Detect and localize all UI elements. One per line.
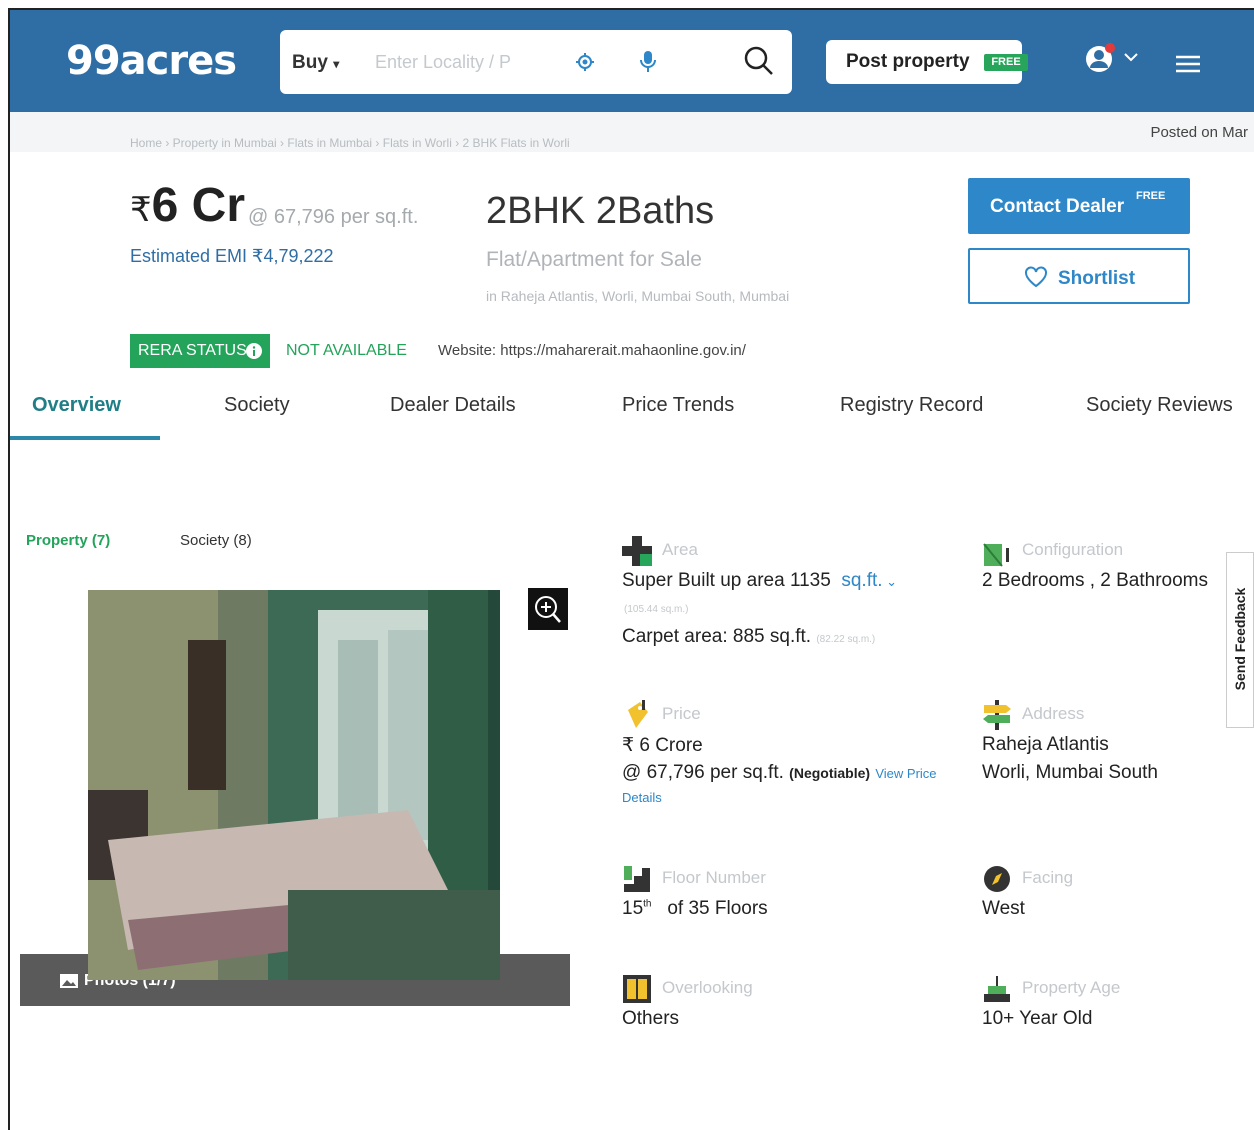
- user-account-icon[interactable]: [1084, 42, 1118, 76]
- buy-label: Buy: [292, 52, 328, 73]
- area-icon: [622, 536, 652, 566]
- breadcrumb[interactable]: Home › Property in Mumbai › Flats in Mum…: [130, 136, 570, 150]
- configuration-icon: [983, 543, 1009, 567]
- site-logo[interactable]: 99acres: [66, 38, 237, 84]
- area-sqm: (105.44 sq.m.): [624, 604, 689, 615]
- zoom-button[interactable]: [528, 588, 568, 630]
- image-icon: [60, 974, 78, 988]
- property-age-label: Property Age: [1022, 978, 1121, 997]
- price-label: Price: [662, 704, 701, 723]
- configuration-label: Configuration: [1022, 540, 1124, 559]
- post-property-button[interactable]: Post property FREE: [826, 40, 1028, 84]
- carpet-area: Carpet area: 885 sq.ft. (82.22 sq.m.): [622, 626, 875, 648]
- carpet-area-sqm: (82.22 sq.m.): [816, 634, 876, 645]
- price-value: 6 Cr: [151, 179, 246, 232]
- address-label: Address: [1022, 704, 1085, 723]
- rera-status-badge[interactable]: RERA STATUS: [130, 334, 270, 368]
- contact-dealer-label: Contact Dealer: [990, 196, 1125, 217]
- area-label: Area: [662, 540, 698, 559]
- microphone-icon[interactable]: [640, 51, 656, 73]
- bedroom-photo-illustration: [88, 590, 500, 980]
- floor-suffix: th: [643, 898, 652, 910]
- rera-website[interactable]: Website: https://maharerait.mahaonline.g…: [438, 342, 746, 359]
- property-age-icon: [984, 976, 1010, 1002]
- rera-label: RERA STATUS: [138, 342, 247, 359]
- zoom-in-icon: [535, 596, 561, 623]
- top-navbar: 99acres Buy ▾ Enter Locality / P Post pr…: [10, 10, 1254, 112]
- posted-date: Posted on Mar: [1150, 124, 1248, 141]
- rera-status-value: NOT AVAILABLE: [286, 342, 407, 359]
- price-tag-icon: [628, 700, 648, 728]
- tab-price-trends[interactable]: Price Trends: [622, 394, 734, 417]
- heart-icon: [1025, 266, 1047, 288]
- super-built-up-area: Super Built up area 1135: [622, 570, 831, 591]
- info-icon[interactable]: [246, 343, 262, 359]
- contact-dealer-button[interactable]: Contact Dealer FREE: [968, 178, 1190, 234]
- tab-registry-record[interactable]: Registry Record: [840, 394, 983, 417]
- view-price-details-link[interactable]: View Price: [875, 766, 936, 781]
- active-tab-indicator: [10, 436, 160, 440]
- free-badge: FREE: [1136, 190, 1166, 202]
- shortlist-button[interactable]: Shortlist: [968, 248, 1190, 304]
- carpet-area-value: Carpet area: 885 sq.ft.: [622, 626, 812, 647]
- tab-dealer-details[interactable]: Dealer Details: [390, 394, 516, 417]
- overlooking-label: Overlooking: [662, 978, 753, 997]
- unit-selector[interactable]: sq.ft.: [841, 570, 882, 591]
- free-badge: FREE: [984, 54, 1028, 71]
- negotiable-tag: (Negotiable): [789, 765, 871, 781]
- property-age-value: 10+ Year Old: [982, 1008, 1093, 1029]
- chevron-down-icon: ▾: [333, 57, 340, 71]
- listing-location: in Raheja Atlantis, Worli, Mumbai South,…: [486, 288, 790, 304]
- configuration-value: 2 Bedrooms , 2 Bathrooms: [982, 570, 1208, 591]
- price-per-sqft: @ 67,796 per sq.ft.: [248, 206, 419, 228]
- gallery-tab-society[interactable]: Society (8): [180, 532, 252, 549]
- price-details-link[interactable]: Details: [622, 790, 662, 805]
- section-tabs: Overview Society Dealer Details Price Tr…: [10, 384, 1254, 440]
- send-feedback-label: Send Feedback: [1232, 587, 1248, 691]
- floor-label: Floor Number: [662, 868, 766, 887]
- area-value: Super Built up area 1135 sq.ft. ⌄: [622, 570, 897, 592]
- facing-label: Facing: [1022, 868, 1074, 887]
- address-signpost-icon: [983, 700, 1011, 730]
- facing-value: West: [982, 898, 1025, 919]
- price-value: ₹ 6 Crore: [622, 735, 703, 756]
- hamburger-menu-icon[interactable]: [1174, 54, 1202, 74]
- search-icon[interactable]: [742, 44, 776, 78]
- floor-number-icon: [624, 866, 650, 892]
- estimated-emi-link[interactable]: Estimated EMI ₹4,79,222: [130, 246, 334, 267]
- tab-society-reviews[interactable]: Society Reviews: [1086, 394, 1233, 417]
- listing-type: Flat/Apartment for Sale: [486, 248, 702, 271]
- locality-search-input[interactable]: Enter Locality / P: [375, 52, 511, 73]
- post-property-label: Post property: [846, 51, 970, 72]
- shortlist-label: Shortlist: [1058, 268, 1136, 289]
- address-line2: Worli, Mumbai South: [982, 762, 1158, 783]
- tab-overview[interactable]: Overview: [32, 394, 121, 417]
- tab-society[interactable]: Society: [224, 394, 290, 417]
- send-feedback-tab[interactable]: Send Feedback: [1226, 552, 1254, 728]
- listing-title: 2BHK 2Baths: [486, 190, 715, 232]
- floor-number: 15: [622, 898, 644, 919]
- floor-value: 15th of 35 Floors: [622, 898, 768, 920]
- compass-icon: [984, 866, 1010, 892]
- chevron-down-icon[interactable]: ⌄: [883, 574, 897, 589]
- buy-dropdown[interactable]: Buy ▾: [292, 52, 339, 74]
- listing-price: ₹6 Cr: [130, 178, 245, 233]
- price-per-sqft-detail: @ 67,796 per sq.ft. (Negotiable) View Pr…: [622, 762, 937, 784]
- property-photo[interactable]: [88, 590, 500, 980]
- locate-me-icon[interactable]: [576, 53, 594, 71]
- overlooking-window-icon: [623, 975, 651, 1003]
- gallery-tab-property[interactable]: Property (7): [26, 532, 110, 549]
- breadcrumb-bar: Home › Property in Mumbai › Flats in Mum…: [10, 112, 1254, 152]
- chevron-down-icon[interactable]: [1124, 52, 1138, 62]
- search-bar: Buy ▾ Enter Locality / P: [280, 30, 792, 94]
- address-line1: Raheja Atlantis: [982, 734, 1109, 755]
- overlooking-value: Others: [622, 1008, 680, 1029]
- price-per-sqft-text: @ 67,796 per sq.ft.: [622, 762, 784, 783]
- rupee-symbol: ₹: [130, 191, 152, 229]
- total-floors: of 35 Floors: [667, 898, 768, 919]
